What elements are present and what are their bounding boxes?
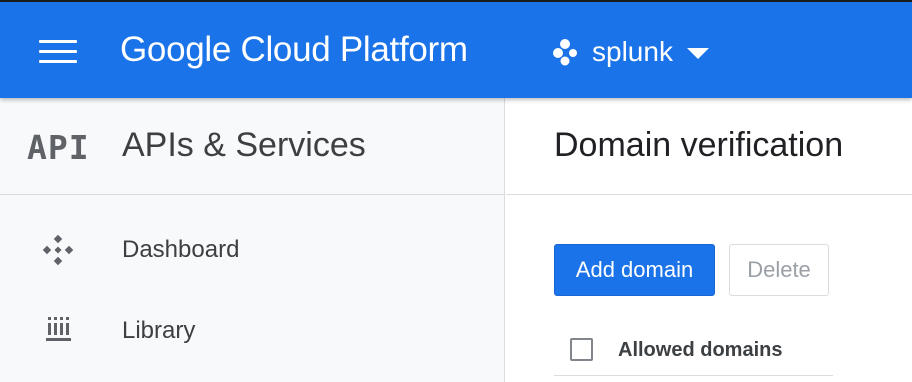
page-header: Domain verification — [506, 98, 912, 195]
add-domain-button[interactable]: Add domain — [554, 244, 715, 296]
hamburger-menu-icon[interactable] — [39, 40, 77, 64]
page-title: Domain verification — [554, 126, 844, 164]
menu-line — [39, 60, 77, 63]
library-icon — [46, 317, 71, 341]
top-app-bar: Google Cloud Platform splunk — [0, 0, 912, 98]
delete-button: Delete — [729, 244, 829, 296]
project-name: splunk — [592, 36, 673, 67]
sidebar-item-library[interactable]: Library — [0, 300, 504, 364]
main-content: Domain verification Add domain Delete Al… — [506, 98, 912, 382]
section-title: APIs & Services — [122, 126, 366, 164]
project-hexagon-icon — [553, 39, 577, 66]
caret-down-icon — [686, 47, 709, 59]
dashboard-icon — [42, 234, 74, 266]
api-icon: API — [27, 128, 90, 167]
sidebar-item-label: Library — [122, 317, 196, 344]
table-header-row: Allowed domains — [554, 326, 833, 376]
sidebar-header: API APIs & Services — [0, 98, 505, 195]
menu-line — [39, 40, 77, 43]
column-header-allowed-domains[interactable]: Allowed domains — [618, 339, 782, 362]
project-selector[interactable]: splunk — [550, 32, 709, 72]
select-all-checkbox[interactable] — [570, 338, 593, 361]
sidebar: API APIs & Services Dashboard Library — [0, 98, 505, 382]
menu-line — [39, 50, 77, 53]
brand-title[interactable]: Google Cloud Platform — [120, 30, 468, 70]
sidebar-item-dashboard[interactable]: Dashboard — [0, 218, 504, 282]
sidebar-item-label: Dashboard — [122, 236, 240, 263]
